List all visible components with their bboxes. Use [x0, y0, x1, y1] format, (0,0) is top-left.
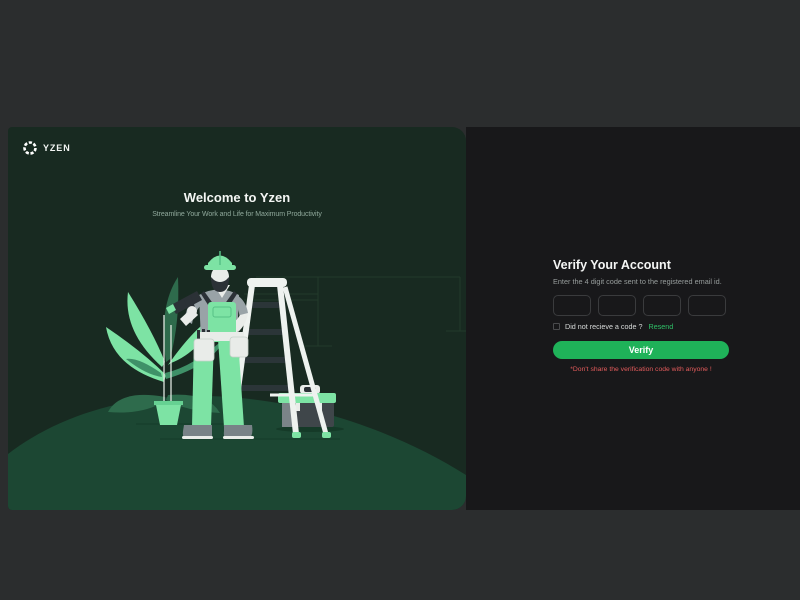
verify-heading: Verify Your Account — [553, 258, 729, 272]
otp-input-group — [553, 295, 729, 316]
hero-subtitle: Streamline Your Work and Life for Maximu… — [8, 211, 466, 218]
hero-title: Welcome to Yzen — [8, 190, 466, 205]
aperture-icon — [22, 140, 38, 156]
verify-panel: Verify Your Account Enter the 4 digit co… — [466, 127, 800, 510]
verify-form: Verify Your Account Enter the 4 digit co… — [553, 258, 729, 373]
brand-name: YZEN — [43, 143, 71, 153]
toolbox — [276, 385, 344, 432]
otp-input-3[interactable] — [643, 295, 681, 316]
verify-warning: *Don't share the verification code with … — [553, 366, 729, 373]
brand-logo: YZEN — [22, 140, 71, 156]
otp-input-1[interactable] — [553, 295, 591, 316]
otp-input-2[interactable] — [598, 295, 636, 316]
page-background: YZEN Welcome to Yzen Streamline Your Wor… — [0, 0, 800, 600]
verify-button[interactable]: Verify — [553, 341, 729, 359]
otp-input-4[interactable] — [688, 295, 726, 316]
brand-panel: YZEN Welcome to Yzen Streamline Your Wor… — [8, 127, 466, 510]
resend-link[interactable]: Resend — [649, 322, 674, 331]
resend-checkbox[interactable] — [553, 323, 560, 330]
resend-prompt: Did not recieve a code ? — [565, 322, 643, 331]
verify-instruction: Enter the 4 digit code sent to the regis… — [553, 277, 729, 286]
handyman-illustration — [8, 127, 466, 510]
hero-text: Welcome to Yzen Streamline Your Work and… — [8, 190, 466, 218]
auth-card: YZEN Welcome to Yzen Streamline Your Wor… — [8, 127, 800, 510]
resend-row: Did not recieve a code ? Resend — [553, 322, 729, 331]
